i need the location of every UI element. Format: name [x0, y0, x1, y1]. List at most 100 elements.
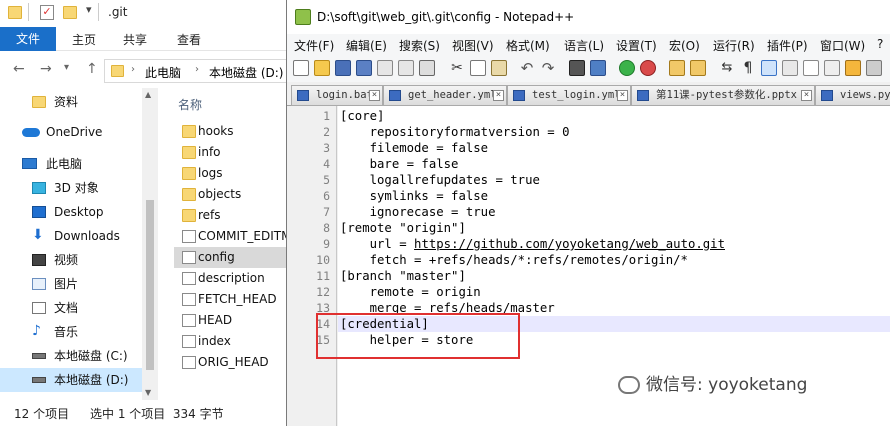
breadcrumb-drive-d[interactable]: 本地磁盘 (D:) [209, 64, 283, 81]
scrollbar-thumb[interactable] [146, 200, 154, 370]
tab-pptx[interactable]: 第11课-pytest参数化.pptx × [631, 85, 815, 106]
paste-icon[interactable] [491, 60, 507, 76]
file-row-selected[interactable]: config [174, 247, 290, 268]
menu-file[interactable]: 文件(F) [294, 37, 334, 54]
chevron-down-icon[interactable]: ▾ [64, 62, 69, 73]
up-arrow-icon[interactable]: ↑ [86, 61, 98, 77]
tab-home[interactable]: 主页 [72, 31, 96, 48]
menu-run[interactable]: 运行(R) [713, 37, 755, 54]
file-row[interactable]: description [174, 268, 290, 289]
nav-item-pictures[interactable]: 图片 [0, 272, 158, 296]
undo-icon[interactable]: ↶ [519, 60, 535, 76]
file-row[interactable]: index [174, 331, 290, 352]
nav-item-documents[interactable]: 文档 [0, 296, 158, 320]
copy-icon[interactable] [470, 60, 486, 76]
close-icon[interactable]: × [617, 90, 628, 101]
sync-horizontal-icon[interactable] [690, 60, 706, 76]
file-row[interactable]: refs [174, 205, 290, 226]
back-arrow-icon[interactable]: ← [13, 61, 25, 77]
file-row[interactable]: hooks [174, 121, 290, 142]
nav-scrollbar[interactable]: ▲ ▼ [142, 88, 158, 400]
file-row[interactable]: HEAD [174, 310, 290, 331]
menu-view[interactable]: 视图(V) [452, 37, 494, 54]
monitoring-icon[interactable] [866, 60, 882, 76]
close-file-icon[interactable] [377, 60, 393, 76]
address-box[interactable]: › 此电脑 › 本地磁盘 (D:) [104, 59, 290, 83]
close-icon[interactable]: × [493, 90, 504, 101]
nav-item-drive-d[interactable]: 本地磁盘 (D:) [0, 368, 158, 392]
nav-item-downloads[interactable]: ⬇ Downloads [0, 224, 158, 248]
close-icon[interactable]: × [369, 90, 380, 101]
menu-macro[interactable]: 宏(O) [669, 37, 700, 54]
nav-item-desktop[interactable]: Desktop [0, 200, 158, 224]
save-all-icon[interactable] [356, 60, 372, 76]
new-file-icon[interactable] [293, 60, 309, 76]
replace-icon[interactable] [590, 60, 606, 76]
file-row[interactable]: logs [174, 163, 290, 184]
menu-window[interactable]: 窗口(W) [820, 37, 865, 54]
file-icon [513, 90, 525, 101]
tab-file[interactable]: 文件 [0, 27, 56, 51]
properties-icon[interactable]: ✓ [40, 5, 54, 20]
redo-icon[interactable]: ↷ [540, 60, 556, 76]
close-icon[interactable]: × [801, 90, 812, 101]
doc-map-icon[interactable] [803, 60, 819, 76]
column-header-name[interactable]: 名称 [178, 96, 202, 113]
find-icon[interactable] [569, 60, 585, 76]
file-row[interactable]: ORIG_HEAD [174, 352, 290, 373]
zoom-out-icon[interactable] [640, 60, 656, 76]
tab-login-bat[interactable]: login.bat × [291, 85, 383, 106]
nav-item-this-pc[interactable]: 此电脑 [0, 152, 158, 176]
tab-share[interactable]: 共享 [123, 31, 147, 48]
sync-vertical-icon[interactable] [669, 60, 685, 76]
file-row[interactable]: info [174, 142, 290, 163]
file-icon [182, 230, 196, 243]
tab-view[interactable]: 查看 [177, 31, 201, 48]
function-list-icon[interactable] [824, 60, 840, 76]
save-icon[interactable] [335, 60, 351, 76]
chevron-down-icon[interactable]: ▾ [86, 3, 92, 16]
user-lang-icon[interactable] [782, 60, 798, 76]
breadcrumb-this-pc[interactable]: 此电脑 [145, 64, 181, 81]
nav-item-drive-c[interactable]: 本地磁盘 (C:) [0, 344, 158, 368]
indent-guide-icon[interactable] [761, 60, 777, 76]
show-all-chars-icon[interactable]: ¶ [740, 60, 756, 76]
music-icon: ♪ [32, 323, 41, 339]
menu-search[interactable]: 搜索(S) [399, 37, 440, 54]
cut-icon[interactable]: ✂ [449, 60, 465, 76]
url-link[interactable]: https://github.com/yoyoketang/web_auto.g… [414, 237, 725, 251]
menu-settings[interactable]: 设置(T) [616, 37, 657, 54]
forward-arrow-icon[interactable]: → [40, 61, 52, 77]
menu-edit[interactable]: 编辑(E) [346, 37, 387, 54]
close-all-icon[interactable] [398, 60, 414, 76]
nav-item-ziliao[interactable]: 资料 [0, 90, 158, 114]
status-bar: 12 个项目 选中 1 个项目 334 字节 [0, 402, 290, 426]
menu-help[interactable]: ? [877, 37, 883, 51]
open-file-icon[interactable] [314, 60, 330, 76]
print-icon[interactable] [419, 60, 435, 76]
tab-test-login-yml[interactable]: test_login.yml × [507, 85, 631, 106]
file-row[interactable]: FETCH_HEAD [174, 289, 290, 310]
file-icon [297, 90, 309, 101]
new-folder-icon[interactable] [63, 6, 77, 19]
scroll-down-icon[interactable]: ▼ [145, 388, 151, 397]
nav-item-onedrive[interactable]: OneDrive [0, 120, 158, 144]
tab-views-py[interactable]: views.py [815, 85, 890, 106]
file-icon [182, 293, 196, 306]
folder-workspace-icon[interactable] [845, 60, 861, 76]
menu-plugins[interactable]: 插件(P) [767, 37, 808, 54]
notepad-plus-plus-window: D:\soft\git\web_git\.git\config - Notepa… [286, 0, 890, 426]
word-wrap-icon[interactable]: ⇆ [719, 60, 735, 76]
zoom-in-icon[interactable] [619, 60, 635, 76]
menu-format[interactable]: 格式(M) [506, 37, 550, 54]
scroll-up-icon[interactable]: ▲ [145, 90, 151, 99]
tab-get-header-yml[interactable]: get_header.yml × [383, 85, 507, 106]
nav-item-3d-objects[interactable]: 3D 对象 [0, 176, 158, 200]
nav-item-videos[interactable]: 视频 [0, 248, 158, 272]
code-line: fetch = +refs/heads/*:refs/remotes/origi… [340, 253, 688, 267]
cloud-icon [22, 128, 40, 137]
file-row[interactable]: objects [174, 184, 290, 205]
nav-item-music[interactable]: ♪ 音乐 [0, 320, 158, 344]
file-row[interactable]: COMMIT_EDITMSG [174, 226, 290, 247]
menu-language[interactable]: 语言(L) [564, 37, 604, 54]
